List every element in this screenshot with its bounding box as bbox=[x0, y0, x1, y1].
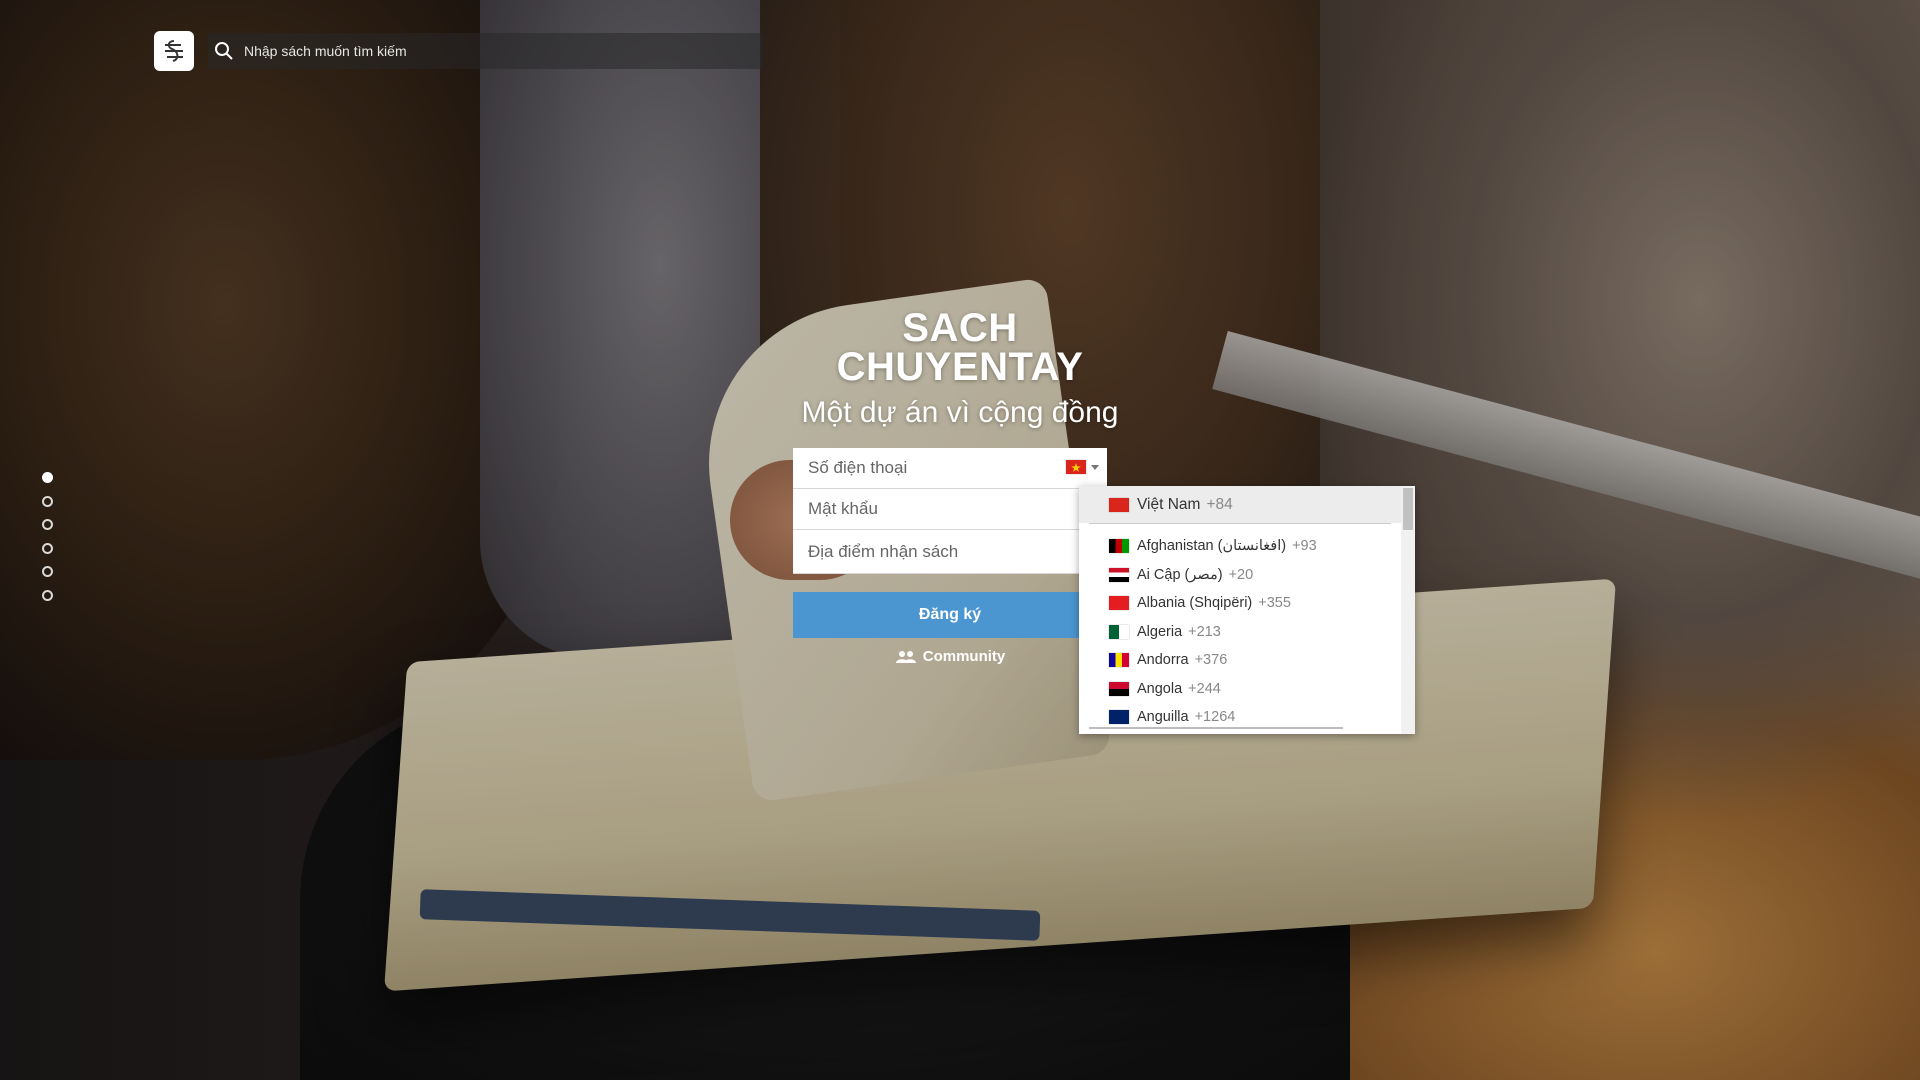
country-dial-code: +20 bbox=[1228, 566, 1254, 583]
country-name: Angola bbox=[1137, 680, 1183, 697]
vietnam-flag-icon bbox=[1066, 460, 1086, 474]
divider bbox=[1089, 523, 1391, 524]
community-label: Community bbox=[922, 648, 1006, 665]
password-field bbox=[793, 489, 1107, 530]
eg-flag-icon bbox=[1109, 567, 1129, 582]
country-name: Việt Nam bbox=[1137, 495, 1201, 513]
ai-flag-icon bbox=[1109, 710, 1129, 725]
phone-field bbox=[793, 448, 1107, 489]
users-icon bbox=[895, 650, 916, 663]
brand-line-2: CHUYENTAY bbox=[836, 345, 1084, 389]
location-field bbox=[793, 530, 1107, 574]
vn-flag-icon bbox=[1109, 497, 1129, 512]
country-dial-code: +376 bbox=[1194, 652, 1228, 669]
search-input[interactable] bbox=[242, 42, 726, 60]
search-icon[interactable] bbox=[214, 41, 234, 61]
slide-pagination bbox=[42, 472, 53, 613]
password-input[interactable] bbox=[793, 499, 1107, 519]
country-option[interactable]: Ai Cập (‫مصر‬‎) +20 bbox=[1079, 561, 1401, 590]
country-dial-code: +355 bbox=[1258, 595, 1291, 612]
country-name: Andorra bbox=[1137, 652, 1189, 669]
country-name: Albania (Shqipëri) bbox=[1137, 595, 1253, 612]
register-button[interactable]: Đăng ký bbox=[793, 592, 1107, 638]
slide-dot[interactable] bbox=[42, 495, 53, 507]
slide-dot[interactable] bbox=[42, 589, 53, 601]
country-selector[interactable] bbox=[1066, 460, 1099, 474]
country-option[interactable]: Andorra +376 bbox=[1079, 646, 1401, 675]
phone-input[interactable] bbox=[793, 458, 1063, 478]
country-name: Anguilla bbox=[1137, 709, 1189, 726]
logo-icon bbox=[165, 40, 183, 62]
country-name: Afghanistan (‫افغانستان‬‎) bbox=[1137, 538, 1287, 555]
vertical-scrollbar[interactable] bbox=[1401, 486, 1415, 734]
country-dropdown: Việt Nam +84 Afghanistan (‫افغانستان‬‎) +93… bbox=[1079, 486, 1415, 734]
country-option[interactable]: Afghanistan (‫افغانستان‬‎) +93 bbox=[1079, 532, 1401, 561]
dz-flag-icon bbox=[1109, 624, 1129, 639]
country-option[interactable]: Angola +244 bbox=[1079, 675, 1401, 704]
country-name: Ai Cập (‫مصر‬‎) bbox=[1137, 566, 1223, 583]
country-dial-code: +213 bbox=[1188, 623, 1221, 640]
site-logo[interactable] bbox=[154, 31, 194, 71]
country-dial-code: +84 bbox=[1206, 495, 1233, 513]
horizontal-scrollbar[interactable] bbox=[1089, 727, 1343, 729]
country-dial-code: +93 bbox=[1292, 538, 1317, 555]
community-link[interactable]: Community bbox=[793, 648, 1107, 665]
slide-dot[interactable] bbox=[42, 542, 53, 554]
country-name: Algeria bbox=[1137, 623, 1183, 640]
slide-dot[interactable] bbox=[42, 519, 53, 530]
chevron-down-icon bbox=[1091, 464, 1099, 470]
al-flag-icon bbox=[1109, 596, 1129, 611]
ao-flag-icon bbox=[1109, 681, 1129, 696]
country-option[interactable]: Albania (Shqipëri) +355 bbox=[1079, 589, 1401, 618]
af-flag-icon bbox=[1109, 539, 1129, 554]
brand-title: SACH CHUYENTAY bbox=[0, 306, 1920, 389]
tagline: Một dự án vì cộng đồng bbox=[801, 396, 1119, 429]
slide-dot[interactable] bbox=[42, 472, 53, 483]
country-dial-code: +1264 bbox=[1194, 709, 1236, 726]
search-bar bbox=[208, 33, 763, 69]
country-option[interactable]: Algeria +213 bbox=[1079, 618, 1401, 647]
slide-dot[interactable] bbox=[42, 566, 53, 577]
country-option[interactable]: Việt Nam +84 bbox=[1079, 486, 1401, 523]
country-list: Việt Nam +84 Afghanistan (‫افغانستان‬‎) +93… bbox=[1079, 486, 1401, 732]
signup-form: Đăng ký Community bbox=[793, 448, 1107, 665]
country-dial-code: +244 bbox=[1188, 680, 1221, 697]
location-input[interactable] bbox=[793, 541, 1107, 562]
brand-line-1: SACH bbox=[902, 306, 1018, 350]
ad-flag-icon bbox=[1109, 653, 1129, 668]
